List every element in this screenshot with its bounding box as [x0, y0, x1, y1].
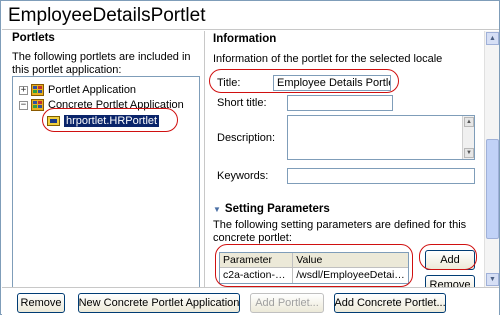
scroll-up-icon[interactable]: ▲ — [464, 117, 474, 127]
portlets-description: The following portlets are included in t… — [12, 51, 191, 76]
title-field[interactable]: Employee Details Portlet — [273, 75, 391, 91]
setting-parameters-description: The following setting parameters are def… — [213, 219, 467, 244]
collapse-triangle-icon[interactable]: ▼ — [213, 205, 221, 214]
information-heading: Information — [213, 33, 277, 45]
tree-item-label: Concrete Portlet Application — [48, 99, 184, 111]
parameter-cell: c2a-action-d... — [220, 268, 294, 283]
portlet-app-icon — [31, 84, 44, 96]
portlet-icon — [47, 116, 60, 126]
column-header-parameter[interactable]: Parameter — [220, 253, 294, 267]
bottom-button-bar: Remove New Concrete Portlet Application … — [2, 287, 499, 315]
information-pane: Information Information of the portlet f… — [205, 31, 483, 287]
tree-item-concrete-portlet-application[interactable]: − Concrete Portlet Application — [19, 98, 184, 112]
table-header: Parameter Value — [220, 253, 408, 268]
scroll-up-icon[interactable]: ▲ — [486, 32, 499, 45]
add-concrete-portlet-button[interactable]: Add Concrete Portlet... — [334, 293, 446, 313]
short-title-field[interactable] — [287, 95, 393, 111]
remove-button[interactable]: Remove — [17, 293, 65, 313]
short-title-label: Short title: — [217, 97, 267, 109]
portlets-heading: Portlets — [12, 32, 55, 44]
concrete-portlet-app-icon — [31, 99, 44, 111]
setting-parameters-heading[interactable]: ▼ Setting Parameters — [213, 203, 330, 215]
setting-parameters-table[interactable]: Parameter Value c2a-action-d... /wsdl/Em… — [219, 252, 409, 284]
information-description: Information of the portlet for the selec… — [213, 53, 443, 65]
title-label: Title: — [217, 77, 241, 89]
keywords-label: Keywords: — [217, 170, 269, 182]
value-cell: /wsdl/EmployeeDetail... — [296, 269, 406, 281]
setting-parameters-title: Setting Parameters — [224, 203, 330, 215]
keywords-field[interactable] — [287, 168, 475, 184]
portlet-tree[interactable]: + Portlet Application − Concrete Portlet… — [12, 76, 200, 314]
editor-frame: EmployeeDetailsPortlet Portlets The foll… — [0, 0, 500, 315]
add-portlet-button[interactable]: Add Portlet... — [250, 293, 324, 313]
scroll-down-icon[interactable]: ▼ — [486, 273, 499, 286]
description-scrollbar[interactable]: ▲ ▼ — [462, 116, 474, 159]
editor-vertical-scrollbar[interactable]: ▲ ▼ — [484, 31, 499, 287]
editor-title: EmployeeDetailsPortlet — [8, 5, 206, 26]
tree-item-hrportlet[interactable]: hrportlet.HRPortlet — [47, 114, 160, 128]
scroll-down-icon[interactable]: ▼ — [464, 148, 474, 158]
editor-title-bar: EmployeeDetailsPortlet — [2, 2, 499, 30]
new-concrete-portlet-application-button[interactable]: New Concrete Portlet Application — [78, 293, 240, 313]
tree-item-portlet-application[interactable]: + Portlet Application — [19, 83, 136, 97]
column-header-value[interactable]: Value — [293, 253, 408, 267]
table-row[interactable]: c2a-action-d... /wsdl/EmployeeDetail... — [220, 268, 408, 283]
collapse-icon[interactable]: − — [19, 100, 28, 110]
add-parameter-button[interactable]: Add — [425, 250, 475, 270]
tree-item-label: hrportlet.HRPortlet — [64, 115, 160, 127]
description-field[interactable]: ▲ ▼ — [287, 115, 475, 160]
description-label: Description: — [217, 132, 276, 144]
tree-item-label: Portlet Application — [48, 84, 137, 96]
remove-parameter-button[interactable]: Remove — [425, 275, 475, 287]
expand-icon[interactable]: + — [19, 85, 28, 95]
scroll-thumb[interactable] — [486, 139, 499, 239]
portlets-pane: Portlets The following portlets are incl… — [2, 31, 202, 314]
